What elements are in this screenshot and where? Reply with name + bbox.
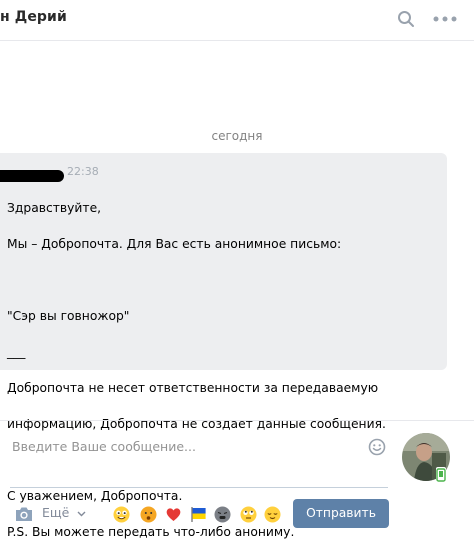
- emoji-relieved-icon[interactable]: [264, 506, 281, 523]
- search-icon[interactable]: [395, 8, 417, 30]
- date-separator: сегодня: [211, 129, 263, 143]
- message-input[interactable]: Введите Ваше сообщение...: [12, 439, 196, 454]
- chevron-down-icon: [77, 511, 86, 516]
- message-input-underline: [10, 487, 388, 488]
- message-line: информацию, Добропочта не создает данные…: [7, 417, 386, 431]
- chat-title[interactable]: н Дерий: [0, 9, 67, 25]
- message-line: Мы – Добропочта. Для Вас есть анонимное …: [7, 237, 342, 251]
- message-line: [7, 271, 437, 289]
- message-line: Добропочта не несет ответственности за п…: [7, 381, 379, 395]
- emoji-rolling-eyes-icon[interactable]: [240, 506, 257, 523]
- message-line: "Сэр вы говножор": [7, 309, 130, 323]
- emoji-ukraine-flag-icon[interactable]: [190, 506, 207, 523]
- message-time[interactable]: 22:38: [67, 165, 99, 178]
- emoji-pouting-icon[interactable]: [140, 506, 157, 523]
- emoji-grinning-icon[interactable]: [113, 506, 130, 523]
- more-attachments-button[interactable]: Ещё: [42, 505, 86, 520]
- mobile-status-icon: [436, 467, 446, 482]
- message-line: ___: [7, 345, 26, 359]
- more-attachments-label: Ещё: [42, 505, 70, 520]
- emoji-picker-icon[interactable]: [367, 437, 387, 457]
- camera-icon[interactable]: [14, 505, 34, 523]
- chat-header: н Дерий: [0, 0, 474, 41]
- composer-divider: [0, 420, 474, 421]
- emoji-tired-icon[interactable]: [214, 506, 231, 523]
- send-button[interactable]: Отправить: [293, 499, 389, 528]
- message-line: Здравствуйте,: [7, 201, 102, 215]
- more-options-icon[interactable]: [430, 8, 460, 30]
- emoji-heart-icon[interactable]: [165, 506, 182, 523]
